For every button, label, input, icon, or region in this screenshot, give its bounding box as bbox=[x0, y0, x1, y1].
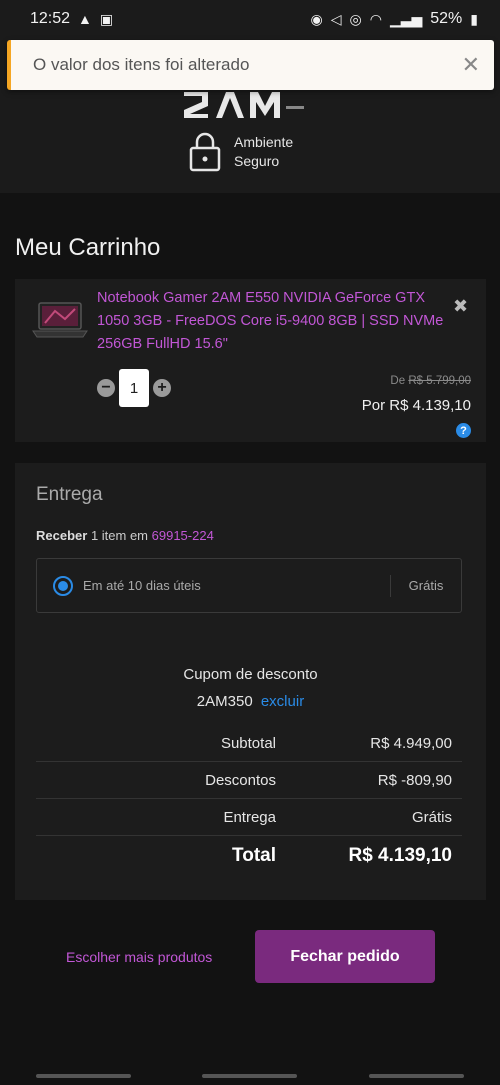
alarm-icon: ◉ bbox=[310, 11, 323, 27]
receive-line: Receber 1 item em 69915-224 bbox=[36, 528, 214, 543]
totals-row-label: Subtotal bbox=[220, 734, 276, 752]
remove-coupon-link[interactable]: excluir bbox=[261, 693, 304, 710]
system-nav-bar bbox=[0, 1067, 500, 1085]
totals-row-discounts: Descontos R$ -809,90 bbox=[36, 762, 462, 799]
total-value: R$ 4.139,10 bbox=[348, 845, 452, 866]
increase-quantity-button[interactable]: + bbox=[153, 379, 171, 397]
zip-link[interactable]: 69915-224 bbox=[152, 528, 214, 543]
totals-row-shipping: Entrega Grátis bbox=[36, 799, 462, 836]
quantity-input[interactable]: 1 bbox=[119, 369, 149, 407]
status-right: ◉ ◁ ◎ ◠ ▁▃▅ 52% ▮ bbox=[311, 10, 479, 28]
delivery-title: Entrega bbox=[36, 484, 103, 505]
totals-table: Subtotal R$ 4.949,00 Descontos R$ -809,9… bbox=[36, 725, 462, 876]
coupon-code: 2AM350 bbox=[196, 693, 253, 710]
decrease-quantity-button[interactable]: − bbox=[97, 379, 115, 397]
signal-icon: ▁▃▅ bbox=[389, 11, 423, 27]
status-left: 12:52 ▲ ▣ bbox=[30, 10, 113, 28]
secure-badge: Ambiente Seguro bbox=[188, 131, 293, 173]
shipping-radio[interactable] bbox=[53, 575, 73, 596]
totals-row-value: R$ -809,90 bbox=[377, 771, 452, 789]
shipping-option-price: Grátis bbox=[408, 578, 444, 593]
battery-percent: 52% bbox=[430, 10, 463, 27]
status-time: 12:52 bbox=[30, 10, 71, 27]
mute-icon: ◁ bbox=[330, 11, 342, 27]
shipping-option-label: Em até 10 dias úteis bbox=[83, 578, 201, 593]
secure-label-line1: Ambiente bbox=[234, 134, 294, 150]
cart-item: Notebook Gamer 2AM E550 NVIDIA GeForce G… bbox=[15, 279, 486, 442]
price-current: Por R$ 4.139,10 bbox=[361, 397, 471, 414]
lock-icon bbox=[189, 132, 221, 172]
nav-back-button[interactable] bbox=[369, 1074, 465, 1078]
coupon-line: 2AM350 excluir bbox=[15, 693, 486, 710]
checkout-button[interactable]: Fechar pedido bbox=[255, 930, 435, 983]
help-icon[interactable]: ? bbox=[456, 423, 471, 438]
battery-icon: ▮ bbox=[470, 11, 478, 27]
total-label: Total bbox=[232, 845, 276, 866]
price-old-value: R$ 5.799,00 bbox=[408, 375, 471, 387]
secure-text: Ambiente Seguro bbox=[234, 133, 293, 171]
remove-item-icon[interactable]: ✖ bbox=[453, 296, 468, 317]
toast-message: O valor dos itens foi alterado bbox=[33, 55, 250, 74]
store-logo[interactable] bbox=[180, 88, 310, 137]
image-icon: ▣ bbox=[99, 11, 114, 27]
continue-shopping-link[interactable]: Escolher mais produtos bbox=[66, 949, 212, 965]
quantity-stepper: − 1 + bbox=[97, 369, 171, 407]
shipping-option[interactable]: Em até 10 dias úteis Grátis bbox=[36, 558, 462, 613]
close-icon[interactable]: ✕ bbox=[462, 52, 480, 78]
status-bar: 12:52 ▲ ▣ ◉ ◁ ◎ ◠ ▁▃▅ 52% ▮ bbox=[0, 0, 500, 38]
nav-home-button[interactable] bbox=[202, 1074, 298, 1078]
coupon-title: Cupom de desconto bbox=[183, 666, 318, 683]
receive-prefix: Receber bbox=[36, 528, 88, 543]
radio-selected-dot bbox=[58, 580, 68, 591]
nav-recents-button[interactable] bbox=[35, 1074, 131, 1078]
price-changed-toast: O valor dos itens foi alterado ✕ bbox=[7, 40, 494, 90]
hotspot-icon: ◎ bbox=[349, 11, 362, 27]
totals-row-value: R$ 4.949,00 bbox=[370, 734, 452, 752]
order-summary: Entrega Receber 1 item em 69915-224 Em a… bbox=[15, 463, 486, 900]
totals-row-value: Grátis bbox=[411, 808, 452, 826]
product-image[interactable] bbox=[31, 297, 89, 343]
product-name-link[interactable]: Notebook Gamer 2AM E550 NVIDIA GeForce G… bbox=[97, 287, 457, 356]
warning-icon: ▲ bbox=[78, 11, 92, 27]
price-old: De R$ 5.799,00 bbox=[390, 375, 471, 387]
page-title: Meu Carrinho bbox=[15, 234, 161, 261]
totals-row-label: Descontos bbox=[205, 771, 276, 789]
totals-row-label: Entrega bbox=[223, 808, 276, 826]
secure-label-line2: Seguro bbox=[234, 153, 280, 169]
wifi-icon: ◠ bbox=[369, 11, 382, 27]
price-old-prefix: De bbox=[390, 375, 406, 387]
totals-row-total: Total R$ 4.139,10 bbox=[36, 836, 462, 876]
totals-row-subtotal: Subtotal R$ 4.949,00 bbox=[36, 725, 462, 762]
receive-text: 1 item em bbox=[90, 528, 149, 543]
logo-graphic bbox=[184, 92, 304, 118]
